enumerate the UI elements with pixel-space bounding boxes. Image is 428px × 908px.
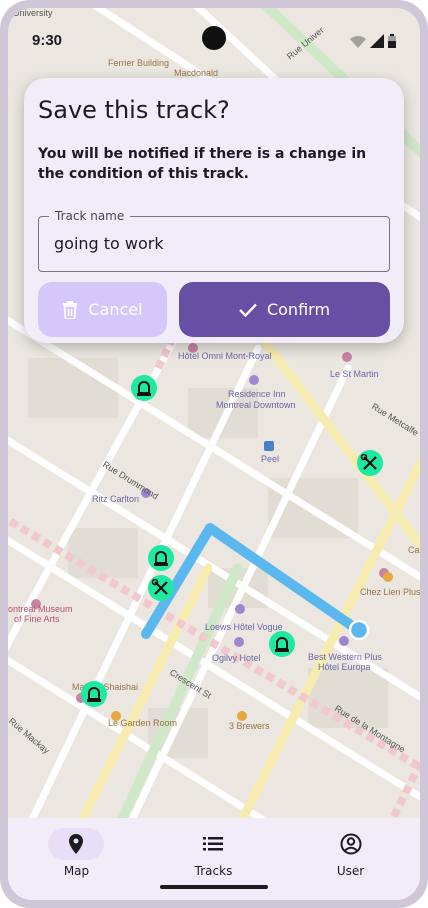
map-label-ritz: Ritz Carlton (92, 494, 139, 504)
nav-indicator (48, 828, 104, 860)
confirm-label: Confirm (266, 300, 331, 319)
map-label-loews: Loews Hôtel Vogue (205, 622, 283, 632)
map-label-omni: Hôtel Omni Mont-Royal (178, 351, 272, 361)
nav-label-map: Map (63, 864, 90, 878)
map-label-best-western-2: Hôtel Europa (318, 662, 371, 672)
map-label-best-western: Best Western Plus (308, 652, 382, 662)
status-bar: 9:30 (8, 8, 420, 64)
siren-marker[interactable] (269, 631, 295, 657)
construction-marker[interactable] (148, 575, 174, 601)
checkmark-icon (239, 303, 257, 317)
save-track-dialog: Save this track? You will be notified if… (24, 78, 404, 343)
confirm-button[interactable]: Confirm (179, 282, 390, 337)
map-label-three-brewers: 3 Brewers (229, 721, 270, 731)
track-name-label: Track name (49, 209, 131, 223)
status-icons (350, 34, 396, 48)
siren-marker[interactable] (131, 375, 157, 401)
map-label-garden-room: Le Garden Room (108, 718, 177, 728)
list-icon (203, 837, 223, 851)
screen: Hôtel Omni Mont-Royal Residence Inn Mont… (8, 8, 420, 900)
battery-icon (388, 34, 396, 48)
map-label-le-st-martin: Le St Martin (330, 369, 379, 379)
siren-marker[interactable] (148, 545, 174, 571)
signal-icon (370, 34, 384, 48)
map-label-peel: Peel (261, 454, 279, 464)
camera-cutout (202, 26, 226, 50)
cancel-button[interactable]: Cancel (38, 282, 167, 337)
track-end-point[interactable] (348, 619, 370, 641)
nav-label-user: User (336, 864, 365, 878)
nav-label-tracks: Tracks (194, 864, 233, 878)
nav-item-map[interactable]: Map (8, 818, 145, 900)
phone-frame: Hôtel Omni Mont-Royal Residence Inn Mont… (0, 0, 428, 908)
map-label-macdonald: Macdonald (174, 68, 218, 78)
map-label-museum-2: of Fine Arts (14, 614, 60, 624)
dialog-title: Save this track? (38, 96, 230, 124)
map-label-residence-inn-2: Montreal Downtown (216, 400, 296, 410)
account-circle-icon (340, 833, 362, 855)
cancel-label: Cancel (88, 300, 143, 319)
map-label-museum: ontreal Museum (8, 604, 73, 614)
map-label-chez-lien: Chez Lien Plus (360, 587, 420, 597)
map-label-ogilvy: Ogilvy Hotel (212, 653, 261, 663)
track-name-field[interactable]: Track name going to work (38, 209, 390, 272)
location-pin-icon (69, 834, 83, 854)
nav-item-user[interactable]: User (282, 818, 419, 900)
siren-marker[interactable] (81, 681, 107, 707)
construction-marker[interactable] (357, 450, 383, 476)
track-name-input[interactable]: going to work (54, 234, 164, 253)
dialog-message: You will be notified if there is a chang… (38, 146, 367, 182)
map-label-residence-inn: Residence Inn (228, 389, 286, 399)
wifi-icon (350, 36, 366, 48)
status-time: 9:30 (32, 32, 63, 49)
nav-indicator (185, 828, 241, 860)
home-indicator[interactable] (160, 885, 268, 889)
trash-icon (63, 300, 78, 319)
nav-indicator (323, 828, 379, 860)
map-label-cal: Cal (408, 545, 420, 555)
